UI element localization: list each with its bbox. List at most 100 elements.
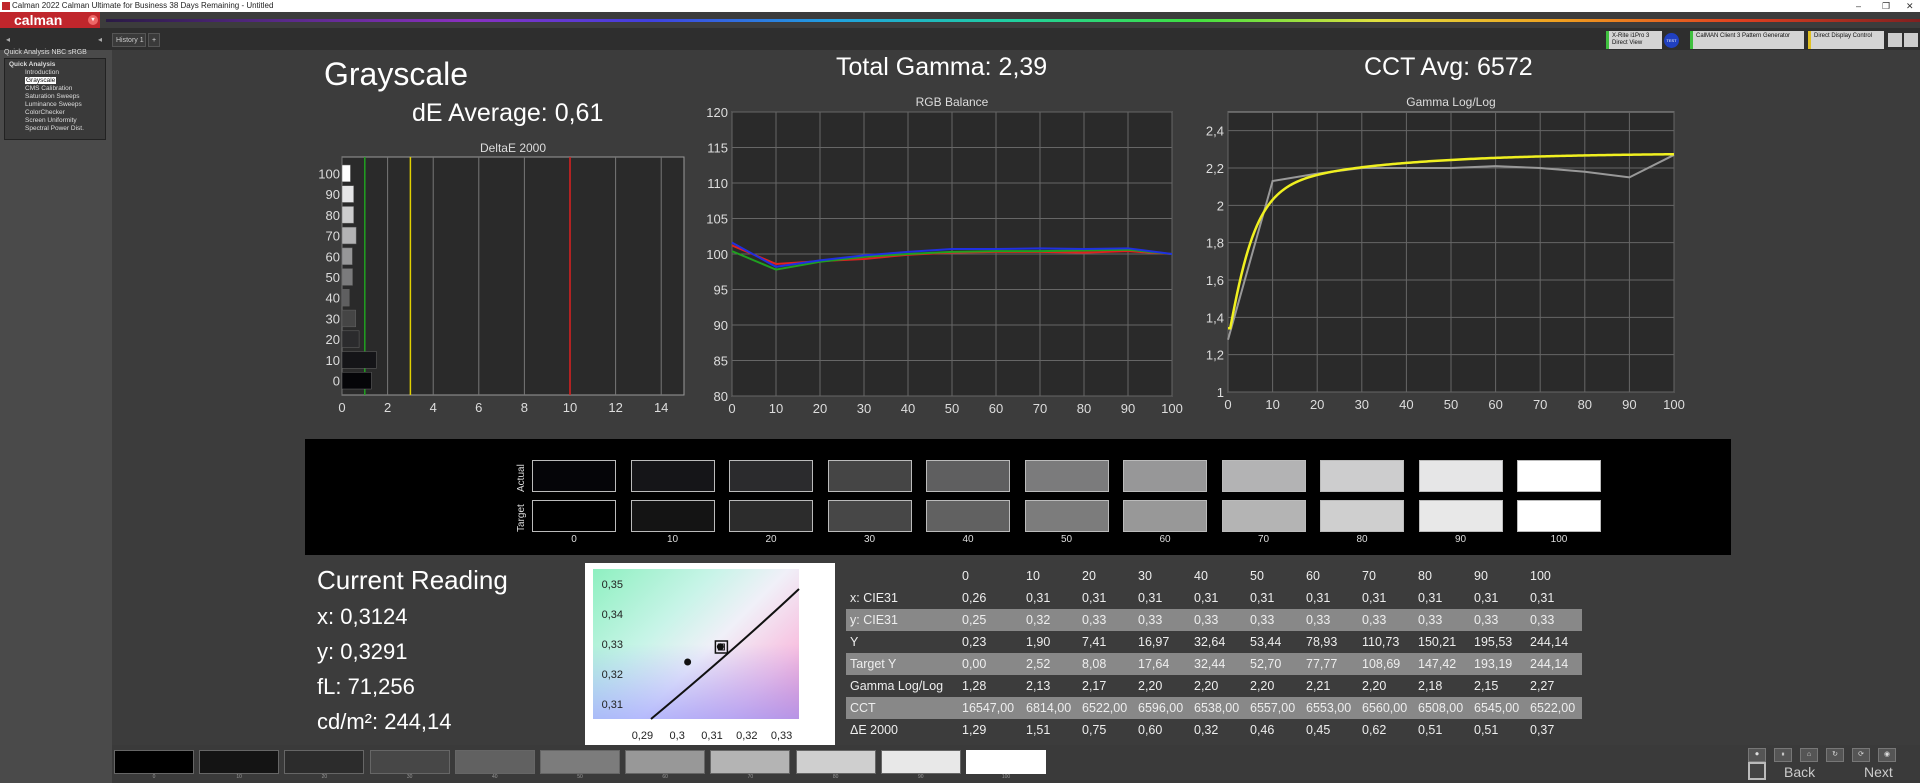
- gamma-x-tick: 90: [1622, 397, 1636, 412]
- rgb-balance-x-tick: 40: [901, 401, 915, 416]
- gamma-x-tick: 10: [1265, 397, 1279, 412]
- read-icon[interactable]: ◉: [1878, 748, 1896, 762]
- table-cell: 2,18: [1414, 675, 1470, 697]
- target-swatch: [1418, 500, 1503, 532]
- gamma-y-tick: 1: [1217, 385, 1224, 400]
- table-header-cell: 80: [1414, 565, 1470, 587]
- target-swatch: [1517, 500, 1601, 532]
- actual-swatch: [1320, 460, 1404, 492]
- table-cell: 2,21: [1302, 675, 1358, 697]
- cie-plot: 0,29 0,3 0,31 0,32 0,33 0,31 0,32 0,33 0,34 0,35: [602, 579, 800, 742]
- rgb-balance-y-tick: 100: [706, 247, 728, 262]
- gamma-y-tick: 2,2: [1206, 161, 1224, 176]
- table-cell: 77,77: [1302, 653, 1358, 675]
- table-cell: 0,25: [958, 609, 1022, 631]
- swatch-label: 80: [1356, 534, 1368, 545]
- next-button[interactable]: Next: [1864, 764, 1893, 780]
- deltae-y-tick: 0: [333, 374, 340, 389]
- table-cell: 1,90: [1022, 631, 1078, 653]
- table-cell: 2,17: [1078, 675, 1134, 697]
- table-cell: 150,21: [1414, 631, 1470, 653]
- table-header-cell: 90: [1470, 565, 1526, 587]
- table-cell: 0,51: [1414, 719, 1470, 741]
- swatch-label: 60: [1159, 534, 1171, 545]
- swatch-label: 0: [571, 534, 577, 545]
- table-cell: 0,46: [1246, 719, 1302, 741]
- rgb-balance-x-tick: 90: [1121, 401, 1135, 416]
- table-row-label: CCT: [846, 697, 958, 719]
- deltae-x-tick: 4: [430, 400, 437, 415]
- table-cell: 2,52: [1022, 653, 1078, 675]
- table-cell: 0,51: [1470, 719, 1526, 741]
- patch-label: 70: [747, 774, 754, 780]
- table-row-label: ΔE 2000: [846, 719, 958, 741]
- table-cell: 195,53: [1470, 631, 1526, 653]
- table-header-cell: 60: [1302, 565, 1358, 587]
- table-cell: 0,31: [1022, 587, 1078, 609]
- patch-button[interactable]: [199, 750, 280, 774]
- deltae-x-tick: 2: [384, 400, 391, 415]
- patch-button[interactable]: [795, 750, 876, 774]
- deltae-x-tick: 12: [608, 400, 622, 415]
- table-cell: 1,51: [1022, 719, 1078, 741]
- patch-button[interactable]: [710, 750, 791, 774]
- table-cell: 108,69: [1358, 653, 1414, 675]
- cie-y-tick: 0,35: [602, 579, 623, 591]
- table-header-cell: 40: [1190, 565, 1246, 587]
- patch-button[interactable]: [880, 750, 961, 774]
- back-button[interactable]: Back: [1784, 764, 1815, 780]
- deltae-y-tick: 80: [326, 208, 340, 223]
- gamma-x-tick: 0: [1224, 397, 1231, 412]
- rgb-balance-y-tick: 110: [707, 176, 728, 191]
- table-cell: 0,31: [1246, 587, 1302, 609]
- patch-button[interactable]: [284, 750, 365, 774]
- table-row-label: y: CIE31: [846, 609, 958, 631]
- table-cell: 2,15: [1470, 675, 1526, 697]
- patch-label: 50: [577, 774, 583, 780]
- home-icon[interactable]: ⌂: [1800, 748, 1818, 762]
- table-cell: 6545,00: [1470, 697, 1526, 719]
- deltae-x-tick: 6: [475, 400, 482, 415]
- record-icon[interactable]: ⏺: [1748, 748, 1766, 762]
- target-swatch: [1024, 500, 1109, 532]
- loop-icon[interactable]: ↻: [1826, 748, 1844, 762]
- gamma-y-tick: 1,4: [1206, 310, 1224, 325]
- deltae-y-tick: 100: [318, 166, 340, 181]
- table-row: x: CIE31 0,26 0,31 0,31 0,31 0,31 0,31 0,31 0,31…: [846, 587, 1582, 609]
- rgb-balance-y-tick: 115: [707, 141, 728, 156]
- deltae-x-tick: 10: [563, 400, 577, 415]
- patch-button[interactable]: [114, 750, 194, 774]
- table-cell: 0,32: [1190, 719, 1246, 741]
- rgb-balance-x-tick: 100: [1161, 401, 1183, 416]
- cie-x-tick: 0,29: [632, 730, 653, 742]
- gamma-x-tick: 50: [1444, 397, 1458, 412]
- target-swatch: [729, 500, 813, 532]
- cie-x-tick: 0,31: [701, 730, 722, 742]
- rgb-balance-x-tick: 70: [1033, 401, 1047, 416]
- patch-button[interactable]: [369, 750, 450, 774]
- patch-button[interactable]: [966, 750, 1046, 774]
- patch-button[interactable]: [540, 750, 620, 774]
- table-cell: 6560,00: [1358, 697, 1414, 719]
- table-cell: 193,19: [1470, 653, 1526, 675]
- stop-icon[interactable]: [1748, 762, 1766, 780]
- table-cell: 16547,00: [958, 697, 1022, 719]
- target-row-label: Target: [516, 504, 527, 532]
- patch-button[interactable]: [625, 750, 706, 774]
- deltae-x-tick: 0: [338, 400, 345, 415]
- deltae-bar: [341, 164, 351, 182]
- table-row-label: x: CIE31: [846, 587, 958, 609]
- table-cell: 2,20: [1134, 675, 1190, 697]
- deltae-y-tick: 10: [326, 353, 340, 368]
- gamma-y-tick: 1,2: [1206, 348, 1224, 363]
- deltae-x-tick: 14: [654, 400, 668, 415]
- rgb-balance-y-tick: 105: [706, 212, 728, 227]
- table-row: Y 0,23 1,90 7,41 16,97 32,64 53,44 78,93 110,73 1…: [846, 631, 1582, 653]
- pause-icon[interactable]: ⏸: [1774, 748, 1792, 762]
- cie-x-tick: 0,3: [670, 730, 685, 742]
- table-cell: 0,33: [1190, 609, 1246, 631]
- refresh-icon[interactable]: ⟳: [1852, 748, 1870, 762]
- patch-button[interactable]: [454, 750, 535, 774]
- rgb-balance-x-tick: 30: [857, 401, 871, 416]
- reading-x: x: 0,3124: [317, 604, 408, 629]
